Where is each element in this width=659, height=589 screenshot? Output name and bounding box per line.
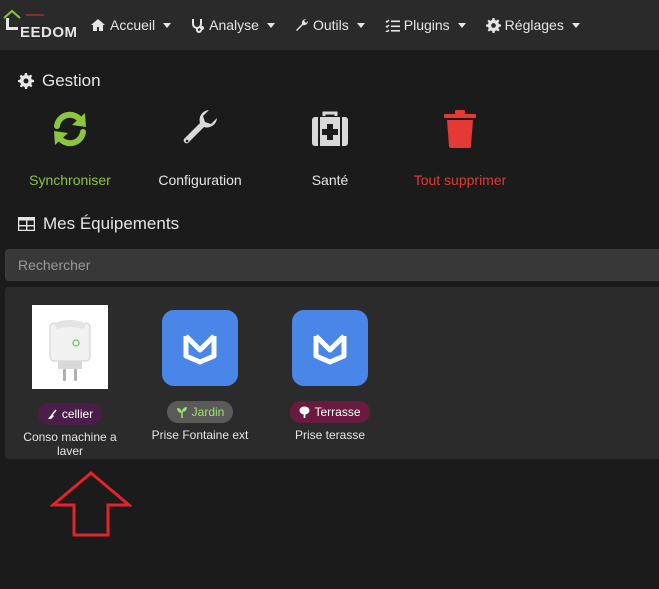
- nav-accueil-label: Accueil: [110, 17, 156, 33]
- stethoscope-icon: [192, 18, 205, 33]
- table-icon: [18, 217, 35, 231]
- equipement-card[interactable]: cellier Conso machine a laver: [5, 305, 135, 458]
- nav-plugins[interactable]: Plugins: [375, 0, 476, 50]
- equipement-name: Prise Fontaine ext: [151, 428, 249, 442]
- object-badge: Jardin: [166, 401, 234, 423]
- gear-icon: [485, 17, 501, 33]
- medkit-icon: [312, 111, 348, 146]
- synchroniser-label: Synchroniser: [29, 172, 111, 188]
- gear-icon: [18, 73, 34, 89]
- home-icon: [91, 19, 105, 31]
- object-badge: cellier: [37, 403, 103, 425]
- arrow-up-annotation-icon: [50, 471, 132, 537]
- configuration-label: Configuration: [158, 172, 242, 188]
- tree-icon: [299, 406, 310, 418]
- wrench-icon: [183, 110, 217, 144]
- chevron-down-icon: [571, 22, 580, 28]
- tout-supprimer-label: Tout supprimer: [413, 172, 507, 188]
- nav-reglages[interactable]: Réglages: [476, 0, 590, 50]
- nav-outils[interactable]: Outils: [285, 0, 375, 50]
- equipement-name: Prise terasse: [294, 428, 366, 442]
- object-badge: Terrasse: [290, 401, 370, 423]
- smart-plug-icon: [32, 305, 108, 389]
- equipement-card[interactable]: Terrasse Prise terasse: [265, 305, 395, 442]
- smart-plug-image: [32, 305, 108, 389]
- sync-icon: [54, 111, 86, 147]
- top-navbar: EEDOM Accueil Analyse Outils Plugins Rég…: [0, 0, 659, 50]
- configuration-button[interactable]: Configuration: [145, 100, 255, 195]
- equipement-name: Conso machine a laver: [23, 430, 117, 458]
- house-logo-icon: [3, 9, 21, 30]
- jeedom-logo[interactable]: EEDOM: [0, 0, 80, 50]
- badge-label: cellier: [61, 407, 94, 421]
- chevron-down-icon: [356, 22, 365, 28]
- badge-label: Terrasse: [314, 405, 361, 419]
- trash-icon: [444, 110, 476, 148]
- equipements-heading: Mes Équipements: [18, 214, 179, 234]
- wrench-icon: [295, 18, 308, 31]
- logo-accent: [26, 14, 44, 16]
- gestion-title: Gestion: [42, 71, 101, 90]
- equipement-card[interactable]: Jardin Prise Fontaine ext: [135, 305, 265, 442]
- equipements-panel: cellier Conso machine a laver Jardin Pri…: [5, 287, 659, 459]
- sante-label: Santé: [311, 172, 349, 188]
- tout-supprimer-button[interactable]: Tout supprimer: [405, 100, 515, 195]
- nav-outils-label: Outils: [312, 17, 349, 33]
- meross-image: [292, 305, 368, 389]
- chevron-down-icon: [457, 22, 466, 28]
- equipements-title: Mes Équipements: [43, 214, 180, 233]
- gestion-heading: Gestion: [18, 71, 101, 91]
- meross-image: [162, 305, 238, 389]
- search-input[interactable]: [5, 249, 659, 281]
- seedling-icon: [176, 406, 187, 418]
- nav-plugins-label: Plugins: [403, 17, 450, 33]
- broom-icon: [47, 409, 57, 419]
- list-check-icon: [385, 18, 400, 32]
- badge-label: Jardin: [191, 405, 225, 419]
- chevron-down-icon: [266, 22, 275, 28]
- synchroniser-button[interactable]: Synchroniser: [15, 100, 125, 195]
- sante-button[interactable]: Santé: [275, 100, 385, 195]
- meross-logo-icon: [313, 333, 347, 364]
- nav-analyse-label: Analyse: [209, 17, 259, 33]
- meross-logo-icon: [183, 333, 217, 364]
- brand-text: EEDOM: [20, 24, 78, 41]
- chevron-down-icon: [163, 22, 172, 28]
- nav-accueil[interactable]: Accueil: [80, 0, 181, 50]
- nav-reglages-label: Réglages: [504, 17, 564, 33]
- nav-analyse[interactable]: Analyse: [181, 0, 285, 50]
- gestion-panel: Synchroniser Configuration Santé Tout su…: [0, 100, 659, 200]
